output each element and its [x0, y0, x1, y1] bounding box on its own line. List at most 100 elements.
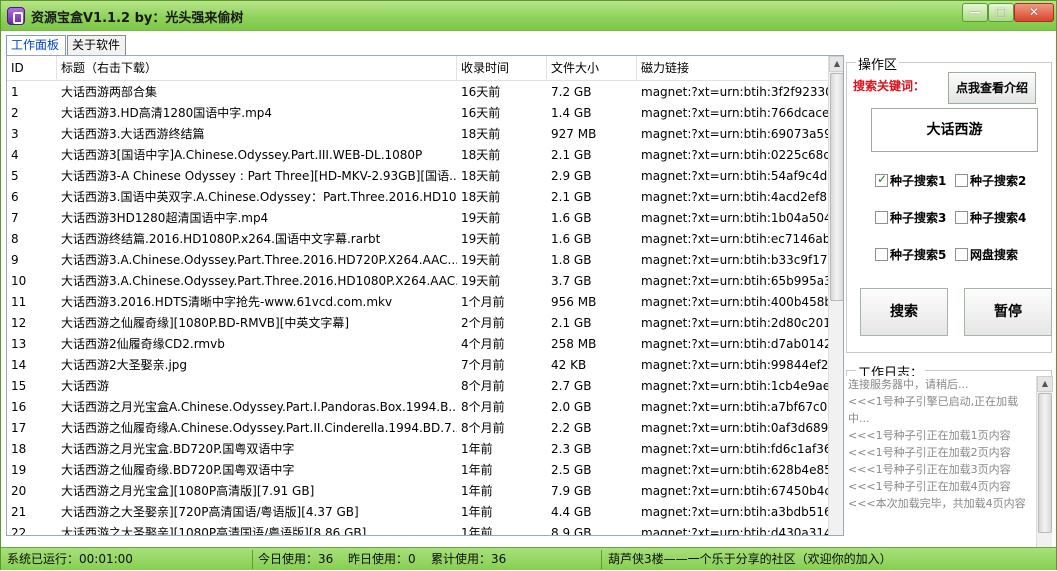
checkbox-seed-search-1[interactable]: 种子搜索1 [875, 172, 946, 188]
cell-id: 7 [11, 211, 19, 225]
cell-title: 大话西游3.A.Chinese.Odyssey.Part.Three.2016.… [61, 253, 457, 267]
checkbox-icon[interactable] [955, 211, 968, 224]
table-row[interactable]: 1 大话西游两部合集 16天前 7.2 GB magnet:?xt=urn:btih:3… [7, 82, 829, 103]
cell-title: 大话西游 [61, 379, 110, 393]
table-row[interactable]: 9 大话西游3.A.Chinese.Odyssey.Part.Three.2016… [7, 250, 829, 271]
cell-title: 大话西游3HD1280超清国语中字.mp4 [61, 211, 269, 225]
table-scrollbar[interactable]: ▲ [828, 56, 843, 535]
cell-magnet: magnet:?xt=urn:btih:54af9c4d2c [641, 169, 829, 183]
checkbox-icon[interactable] [955, 174, 968, 187]
table-row[interactable]: 11 大话西游3.2016.HDTS清晰中字抢先-www.61vcd.com.mk… [7, 292, 829, 313]
cell-id: 11 [11, 295, 27, 309]
cell-time: 1年前 [461, 505, 493, 519]
maximize-button[interactable]: □ [988, 3, 1014, 22]
column-header-magnet[interactable]: 磁力链接 [637, 56, 829, 81]
column-header-time[interactable]: 收录时间 [457, 56, 547, 81]
cell-id: 1 [11, 85, 19, 99]
checkbox-icon[interactable] [875, 248, 888, 261]
table-row[interactable]: 21 大话西游之大圣娶亲][720P高清国语/粤语版][4.37 GB] 1年前 4.… [7, 502, 829, 523]
cell-time: 19天前 [461, 211, 501, 225]
cell-magnet: magnet:?xt=urn:btih:766dcaced9 [641, 106, 829, 120]
cell-title: 大话西游之仙履奇缘][1080P.BD-RMVB][中英文字幕] [61, 316, 350, 330]
checkbox-icon[interactable] [955, 248, 968, 261]
keyword-input[interactable]: 大话西游 [871, 108, 1038, 152]
checkbox-icon[interactable] [875, 172, 888, 187]
table-row[interactable]: 20 大话西游之月光宝盒][1080P高清版][7.91 GB] 1年前 7.9 GB… [7, 481, 829, 502]
checkbox-seed-search-4[interactable]: 种子搜索4 [955, 209, 1026, 225]
title-bar[interactable]: 资源宝盒V1.1.2 by：光头强来偷树 — □ ✕ [1, 1, 1056, 31]
status-today: 今日使用：36 [258, 552, 334, 566]
cell-title: 大话西游之仙履奇缘.BD720P.国粤双语中字 [61, 463, 295, 477]
table-row[interactable]: 12 大话西游之仙履奇缘][1080P.BD-RMVB][中英文字幕] 2个月前 2.… [7, 313, 829, 334]
tab-work-panel[interactable]: 工作面板 [6, 35, 66, 55]
cell-id: 3 [11, 127, 19, 141]
checkbox-label: 种子搜索5 [890, 248, 947, 262]
cell-title: 大话西游3.A.Chinese.Odyssey.Part.Three.2016.… [61, 274, 457, 288]
table-row[interactable]: 6 大话西游3.国语中英双字.A.Chinese.Odyssey：Part.Thr… [7, 187, 829, 208]
cell-time: 1个月前 [461, 295, 505, 309]
column-header-size[interactable]: 文件大小 [547, 56, 637, 81]
scroll-thumb[interactable] [1038, 393, 1052, 533]
checkbox-seed-search-2[interactable]: 种子搜索2 [955, 172, 1026, 188]
cell-magnet: magnet:?xt=urn:btih:d430a3144 [641, 526, 829, 536]
cell-title: 大话西游终结篇.2016.HD1080P.x264.国语中文字幕.rarbt [61, 232, 381, 246]
scroll-thumb[interactable] [830, 73, 843, 301]
scroll-up-icon[interactable]: ▲ [1037, 376, 1053, 392]
table-body: 1 大话西游两部合集 16天前 7.2 GB magnet:?xt=urn:btih:3… [7, 82, 829, 536]
table-row[interactable]: 3 大话西游3.大话西游终结篇 18天前 927 MB magnet:?xt=urn:b… [7, 124, 829, 145]
cell-title: 大话西游之月光宝盒][1080P高清版][7.91 GB] [61, 484, 315, 498]
cell-time: 2个月前 [461, 316, 505, 330]
table-row[interactable]: 18 大话西游之月光宝盒.BD720P.国粤双语中字 1年前 2.3 GB magnet… [7, 439, 829, 460]
cell-size: 2.9 GB [551, 169, 592, 183]
table-row[interactable]: 10 大话西游3.A.Chinese.Odyssey.Part.Three.201… [7, 271, 829, 292]
table-row[interactable]: 4 大话西游3[国语中字]A.Chinese.Odyssey.Part.III.W… [7, 145, 829, 166]
scroll-up-icon[interactable]: ▲ [829, 56, 843, 72]
cell-time: 19天前 [461, 253, 501, 267]
work-log: 连接服务器中，请稍后... <<<1号种子引擎已启动,正在加载中... <<<1号种… [846, 376, 1052, 548]
cell-size: 2.5 GB [551, 463, 592, 477]
cell-magnet: magnet:?xt=urn:btih:99844ef202 [641, 358, 829, 372]
table-row[interactable]: 7 大话西游3HD1280超清国语中字.mp4 19天前 1.6 GB magnet:?… [7, 208, 829, 229]
checkbox-seed-search-3[interactable]: 种子搜索3 [875, 209, 946, 225]
cell-size: 2.7 GB [551, 379, 592, 393]
cell-title: 大话西游之大圣娶亲][720P高清国语/粤语版][4.37 GB] [61, 505, 359, 519]
table-row[interactable]: 19 大话西游之仙履奇缘.BD720P.国粤双语中字 1年前 2.5 GB magnet… [7, 460, 829, 481]
cell-magnet: magnet:?xt=urn:btih:1b04a5049. [641, 211, 829, 225]
table-row[interactable]: 17 大话西游之仙履奇缘A.Chinese.Odyssey.Part.II.Cin… [7, 418, 829, 439]
cell-size: 1.6 GB [551, 232, 592, 246]
table-row[interactable]: 15 大话西游 8个月前 2.7 GB magnet:?xt=urn:btih:1cb4… [7, 376, 829, 397]
pause-button[interactable]: 暂停 [964, 288, 1052, 336]
cell-title: 大话西游3.国语中英双字.A.Chinese.Odyssey：Part.Thre… [61, 190, 457, 204]
cell-magnet: magnet:?xt=urn:btih:d7ab01427. [641, 337, 829, 351]
log-scrollbar[interactable]: ▲ [1036, 376, 1053, 548]
intro-button[interactable]: 点我查看介绍 [948, 72, 1036, 104]
minimize-button[interactable]: — [962, 3, 988, 22]
table-row[interactable]: 2 大话西游3.HD高清1280国语中字.mp4 16天前 1.4 GB magnet:… [7, 103, 829, 124]
checkbox-seed-search-5[interactable]: 种子搜索5 [875, 246, 946, 262]
table-row[interactable]: 5 大话西游3-A Chinese Odyssey : Part Three][H… [7, 166, 829, 187]
cell-time: 16天前 [461, 85, 501, 99]
cell-time: 7个月前 [461, 358, 505, 372]
checkbox-icon[interactable] [875, 211, 888, 224]
cell-id: 2 [11, 106, 19, 120]
status-slogan: 葫芦侠3楼——一个乐于分享的社区（欢迎你的加入） [608, 552, 892, 566]
checkbox-netdisk-search[interactable]: 网盘搜索 [955, 246, 1018, 262]
table-row[interactable]: 13 大话西游2仙履奇缘CD2.rmvb 4个月前 258 MB magnet:?xt=… [7, 334, 829, 355]
search-button[interactable]: 搜索 [860, 288, 948, 336]
checkbox-label: 种子搜索3 [890, 211, 947, 225]
keyword-label: 搜索关键词： [853, 79, 926, 93]
tab-about[interactable]: 关于软件 [67, 35, 126, 55]
cell-magnet: magnet:?xt=urn:btih:a7bf67c05b [641, 400, 829, 414]
window-title: 资源宝盒V1.1.2 by：光头强来偷树 [31, 11, 244, 26]
close-button[interactable]: ✕ [1014, 3, 1054, 22]
table-row[interactable]: 22 大话西游之大圣娶亲][1080P高清国语/粤语版][8.86 GB] 1年前 8… [7, 523, 829, 536]
column-header-id[interactable]: ID [7, 56, 57, 81]
table-row[interactable]: 8 大话西游终结篇.2016.HD1080P.x264.国语中文字幕.rarbt 1… [7, 229, 829, 250]
log-line: <<<本次加载完毕，共加载4页内容 [848, 497, 1026, 510]
cell-size: 2.1 GB [551, 316, 592, 330]
table-row[interactable]: 14 大话西游2大圣娶亲.jpg 7个月前 42 KB magnet:?xt=urn:b… [7, 355, 829, 376]
column-header-title[interactable]: 标题（右击下载） [57, 56, 457, 81]
checkbox-label: 种子搜索1 [890, 174, 947, 188]
table-row[interactable]: 16 大话西游之月光宝盒A.Chinese.Odyssey.Part.I.Pand… [7, 397, 829, 418]
cell-size: 2.3 GB [551, 442, 592, 456]
